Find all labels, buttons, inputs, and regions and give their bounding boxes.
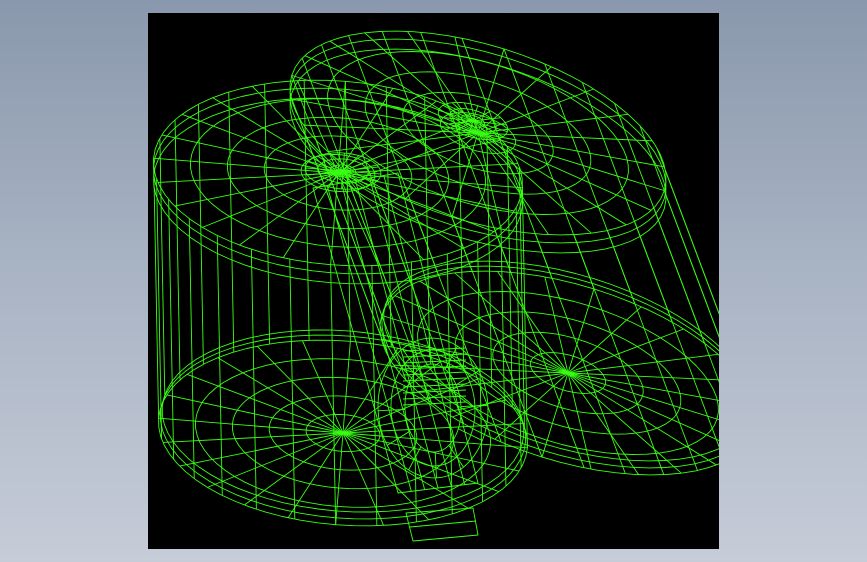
right-cylinder-generator xyxy=(461,38,553,279)
left-cylinder-generator xyxy=(159,138,166,399)
left-cylinder-bottom-spoke xyxy=(301,340,344,434)
joint-spoke xyxy=(434,451,437,478)
left-cylinder-generator xyxy=(188,218,195,479)
left-cylinder-generator xyxy=(228,92,235,353)
wireframe-model xyxy=(153,30,719,542)
left-cylinder-top-spoke xyxy=(337,172,380,266)
joint-spoke xyxy=(458,428,483,441)
left-cylinder-top-spoke xyxy=(239,172,339,246)
right-cylinder-generator xyxy=(634,221,719,448)
right-cylinder-generator xyxy=(581,82,673,323)
right-cylinder-generator xyxy=(544,63,636,305)
right-cylinder-bottom-spoke xyxy=(394,295,569,374)
left-cylinder-bottom-spoke xyxy=(186,373,344,434)
left-cylinder-generator xyxy=(521,187,528,448)
left-cylinder-generator xyxy=(289,259,296,520)
left-hub-spoke xyxy=(342,155,360,172)
left-cylinder-top-spoke xyxy=(202,172,339,228)
right-cylinder-top-spoke xyxy=(304,55,479,134)
right-cylinder-generator xyxy=(301,57,393,299)
left-cylinder-bottom-spoke xyxy=(207,432,344,488)
right-cylinder-bottom-spoke xyxy=(567,372,719,441)
right-cylinder-generator xyxy=(321,44,412,285)
right-cylinder-generator xyxy=(639,125,719,338)
right-cylinder-rim xyxy=(383,260,719,462)
left-cylinder-generator xyxy=(216,235,223,496)
left-cylinder-generator xyxy=(168,199,175,460)
left-cylinder-top-spoke xyxy=(161,134,339,174)
right-cylinder-bottom-spoke xyxy=(544,276,569,374)
left-cylinder-bottom-spoke xyxy=(217,357,344,434)
left-cylinder-top-spoke xyxy=(181,113,339,174)
left-cylinder-bottom-spoke xyxy=(158,417,344,434)
left-cylinder-bottom-spoke xyxy=(342,341,351,434)
right-cylinder-generator xyxy=(656,148,719,315)
right-cylinder-top-spoke xyxy=(477,132,592,234)
left-cylinder-generator xyxy=(153,158,160,419)
right-cylinder-generator xyxy=(663,190,719,338)
cad-viewport[interactable] xyxy=(148,13,719,549)
left-cylinder-generator xyxy=(156,178,163,440)
right-cylinder-bottom-spoke xyxy=(567,372,682,474)
left-cylinder-generator xyxy=(385,86,392,347)
left-cylinder-bottom-spoke xyxy=(162,432,344,443)
left-cylinder-generator xyxy=(330,264,337,525)
left-cylinder-generator xyxy=(174,119,181,380)
left-cylinder-top-spoke xyxy=(282,172,339,258)
arm-end-edge xyxy=(409,520,477,528)
left-cylinder-top-spoke xyxy=(337,172,523,189)
left-cylinder-generator xyxy=(500,226,507,487)
left-cylinder-generator xyxy=(250,249,257,510)
left-cylinder-generator xyxy=(264,83,271,344)
right-cylinder-generator xyxy=(653,207,719,383)
right-cylinder-top-spoke xyxy=(477,132,652,211)
right-cylinder-generator xyxy=(614,103,705,344)
